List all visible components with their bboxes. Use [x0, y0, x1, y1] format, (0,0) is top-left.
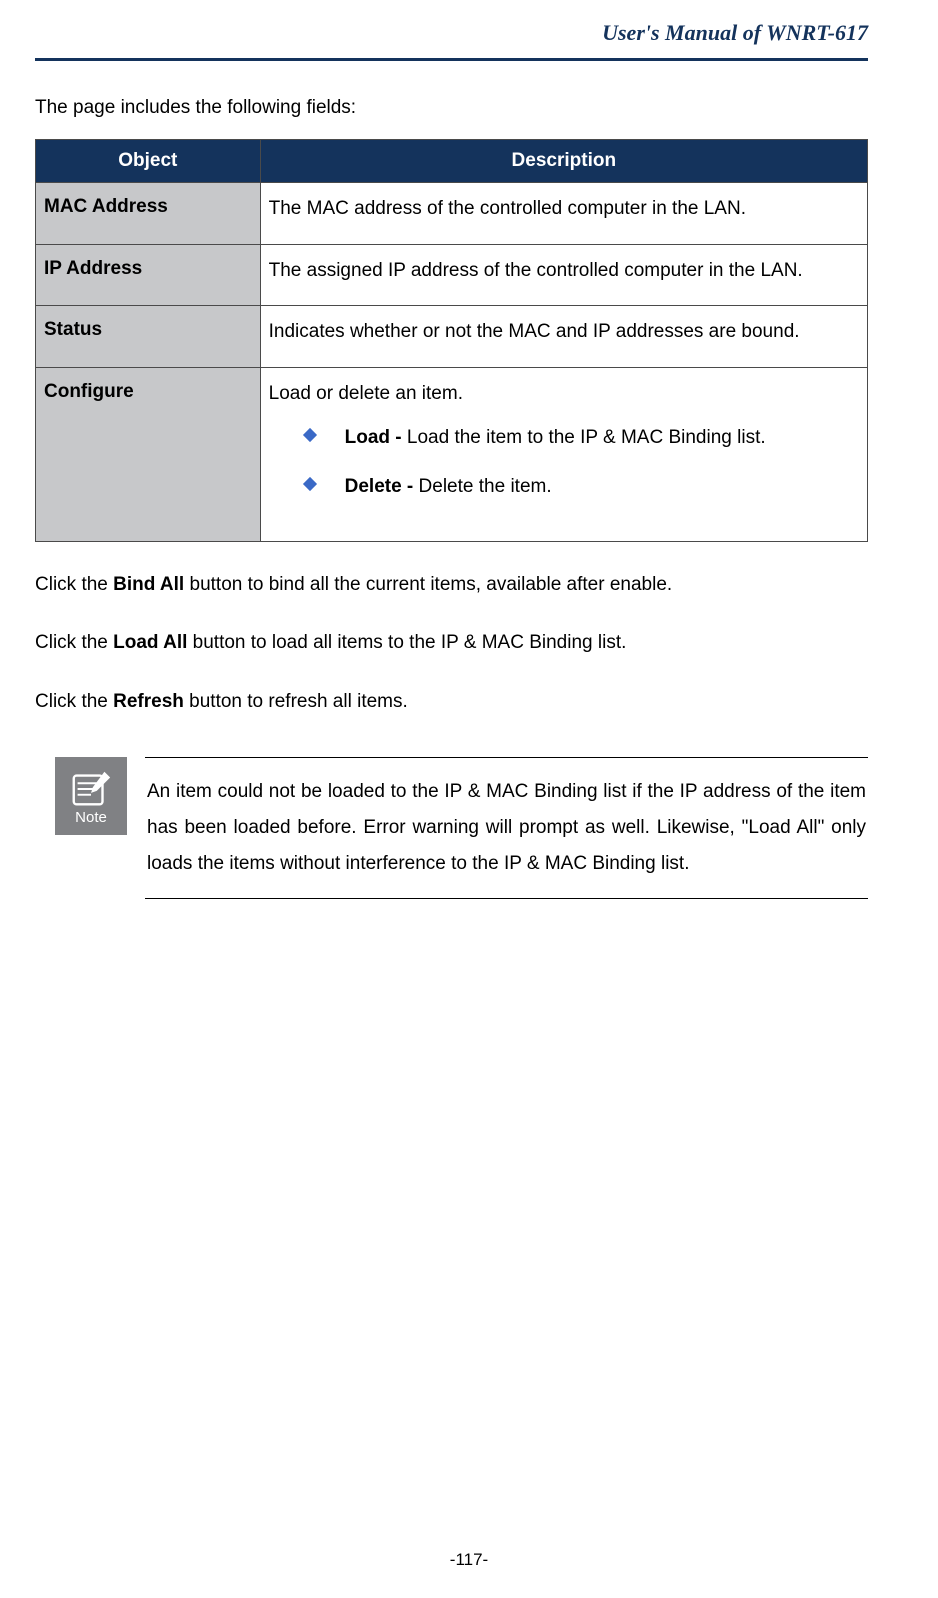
note-text-wrap: An item could not be loaded to the IP & … [145, 757, 868, 899]
bullet-text: Load the item to the IP & MAC Binding li… [407, 427, 766, 448]
action-post: button to bind all the current items, av… [184, 574, 672, 595]
action-pre: Click the [35, 691, 113, 712]
table-row: IP Address The assigned IP address of th… [36, 244, 868, 306]
note-block: Note An item could not be loaded to the … [55, 757, 868, 899]
cell-description: Load or delete an item. Load - Load the … [260, 367, 867, 542]
intro-text: The page includes the following fields: [35, 97, 868, 119]
cell-description: The assigned IP address of the controlle… [260, 244, 867, 306]
table-row: MAC Address The MAC address of the contr… [36, 183, 868, 245]
cell-description: Indicates whether or not the MAC and IP … [260, 306, 867, 368]
refresh-text: Click the Refresh button to refresh all … [35, 687, 868, 717]
table-row: Configure Load or delete an item. Load -… [36, 367, 868, 542]
cell-description: The MAC address of the controlled comput… [260, 183, 867, 245]
action-post: button to refresh all items. [184, 691, 408, 712]
notepad-icon [68, 769, 114, 809]
fields-table: Object Description MAC Address The MAC a… [35, 139, 868, 542]
bullet-bold: Load - [345, 427, 407, 448]
action-bold: Refresh [113, 691, 184, 712]
note-icon: Note [55, 757, 127, 835]
th-object: Object [36, 140, 261, 183]
configure-lead: Load or delete an item. [269, 383, 463, 404]
cell-object: Configure [36, 367, 261, 542]
action-pre: Click the [35, 632, 113, 653]
table-row: Status Indicates whether or not the MAC … [36, 306, 868, 368]
action-pre: Click the [35, 574, 113, 595]
bullet-bold: Delete - [345, 476, 419, 497]
list-item: Delete - Delete the item. [305, 473, 859, 502]
bullet-text: Delete the item. [419, 476, 552, 497]
configure-bullets: Load - Load the item to the IP & MAC Bin… [305, 424, 859, 501]
cell-object: Status [36, 306, 261, 368]
cell-object: IP Address [36, 244, 261, 306]
cell-object: MAC Address [36, 183, 261, 245]
action-post: button to load all items to the IP & MAC… [187, 632, 626, 653]
note-label: Note [75, 809, 107, 826]
page-header: User's Manual of WNRT-617 [35, 0, 868, 61]
action-bold: Bind All [113, 574, 184, 595]
load-all-text: Click the Load All button to load all it… [35, 628, 868, 658]
action-bold: Load All [113, 632, 187, 653]
note-text: An item could not be loaded to the IP & … [147, 774, 866, 882]
list-item: Load - Load the item to the IP & MAC Bin… [305, 424, 859, 453]
page-number: -117- [0, 1550, 938, 1570]
th-description: Description [260, 140, 867, 183]
bind-all-text: Click the Bind All button to bind all th… [35, 570, 868, 600]
